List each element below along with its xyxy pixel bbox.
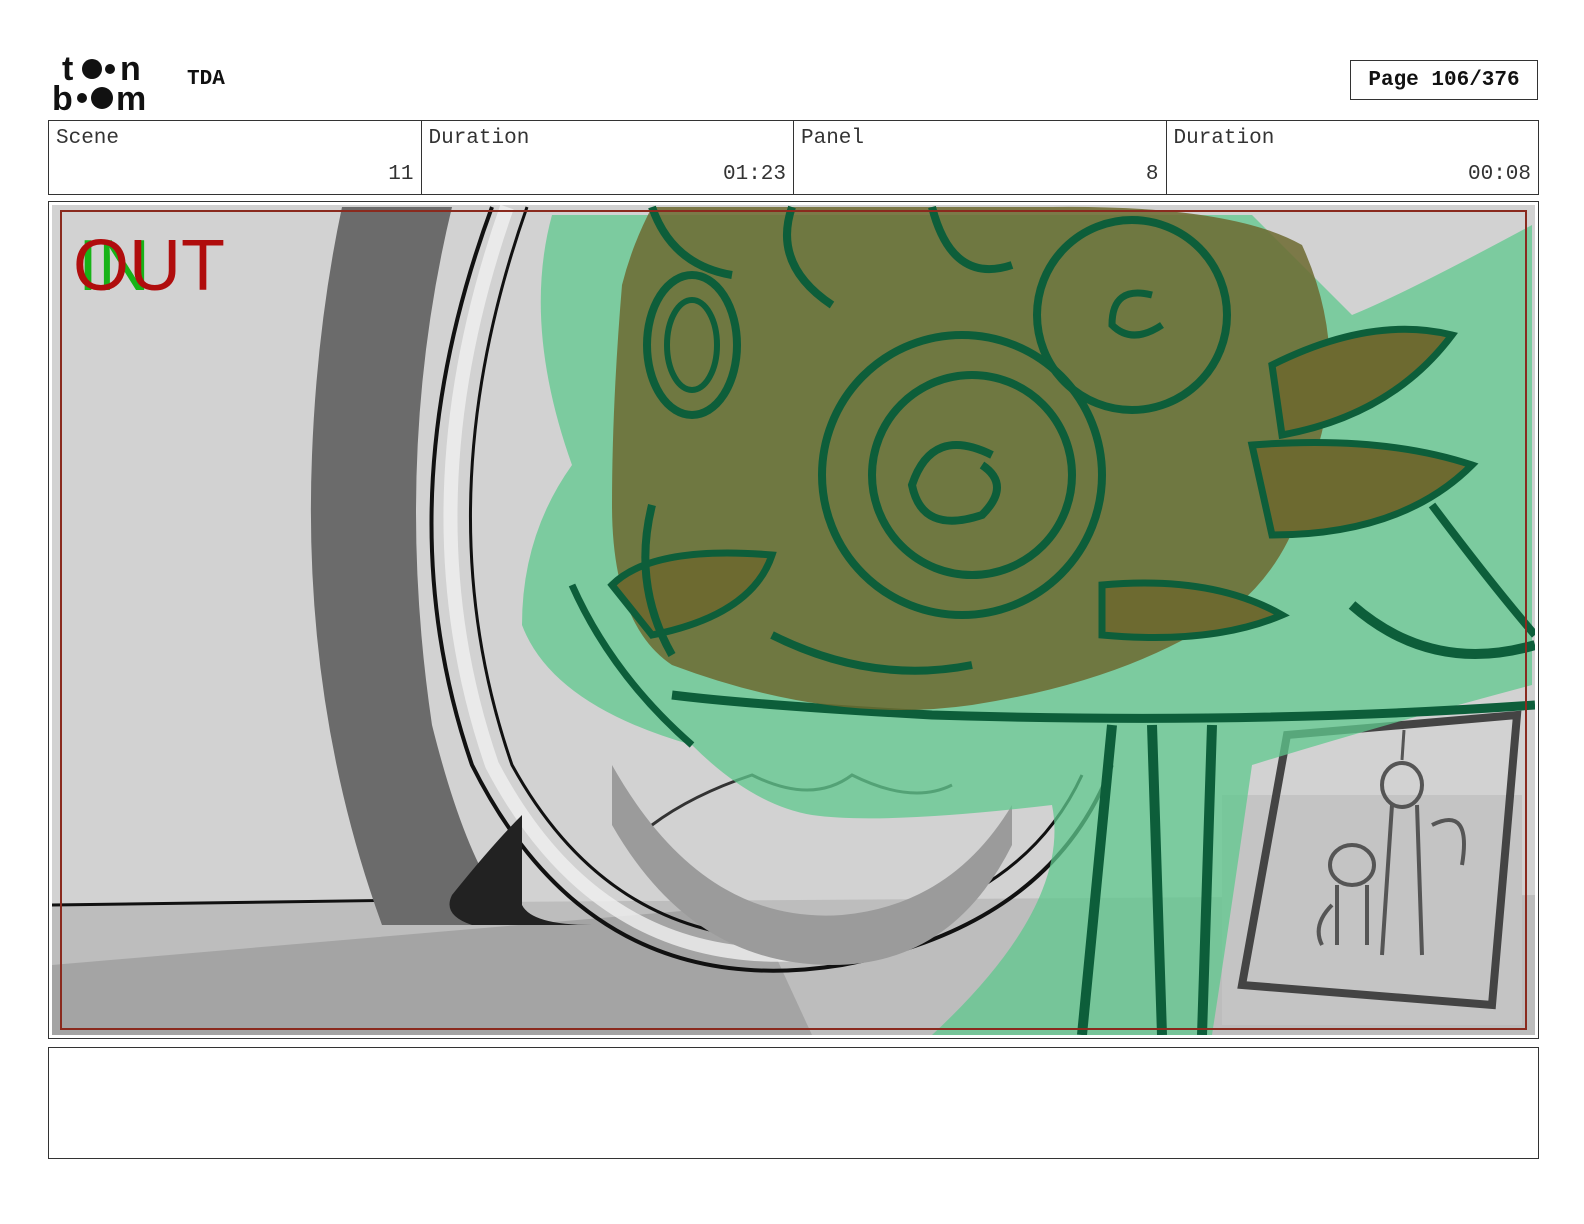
- svg-text:b: b: [52, 80, 73, 112]
- scene-value: 11: [388, 163, 414, 186]
- panel-label: Panel: [801, 127, 865, 150]
- toon-boom-logo: t n b m: [52, 50, 146, 112]
- panel-info-row: Scene 11 Duration 01:23 Panel 8 Duration…: [48, 120, 1539, 195]
- scene-duration-cell: Duration 01:23: [422, 121, 794, 194]
- panel-duration-label: Duration: [1173, 127, 1275, 150]
- out-marker: OUT: [73, 226, 225, 306]
- scene-cell: Scene 11: [49, 121, 422, 194]
- panel-duration-value: 00:08: [1467, 163, 1531, 186]
- scene-label: Scene: [56, 127, 120, 150]
- panel-notes-box: [48, 1047, 1539, 1159]
- scene-duration-label: Duration: [428, 127, 530, 150]
- scene-duration-value: 01:23: [722, 163, 786, 186]
- panel-duration-cell: Duration 00:08: [1167, 121, 1539, 194]
- storyboard-panel: IN OUT: [48, 201, 1539, 1039]
- panel-cell: Panel 8: [794, 121, 1167, 194]
- project-title: TDA: [187, 68, 225, 91]
- page-number: Page 106/376: [1350, 60, 1538, 100]
- panel-value: 8: [1145, 163, 1159, 186]
- panel-sketch: [52, 205, 1535, 1035]
- svg-text:m: m: [116, 80, 146, 112]
